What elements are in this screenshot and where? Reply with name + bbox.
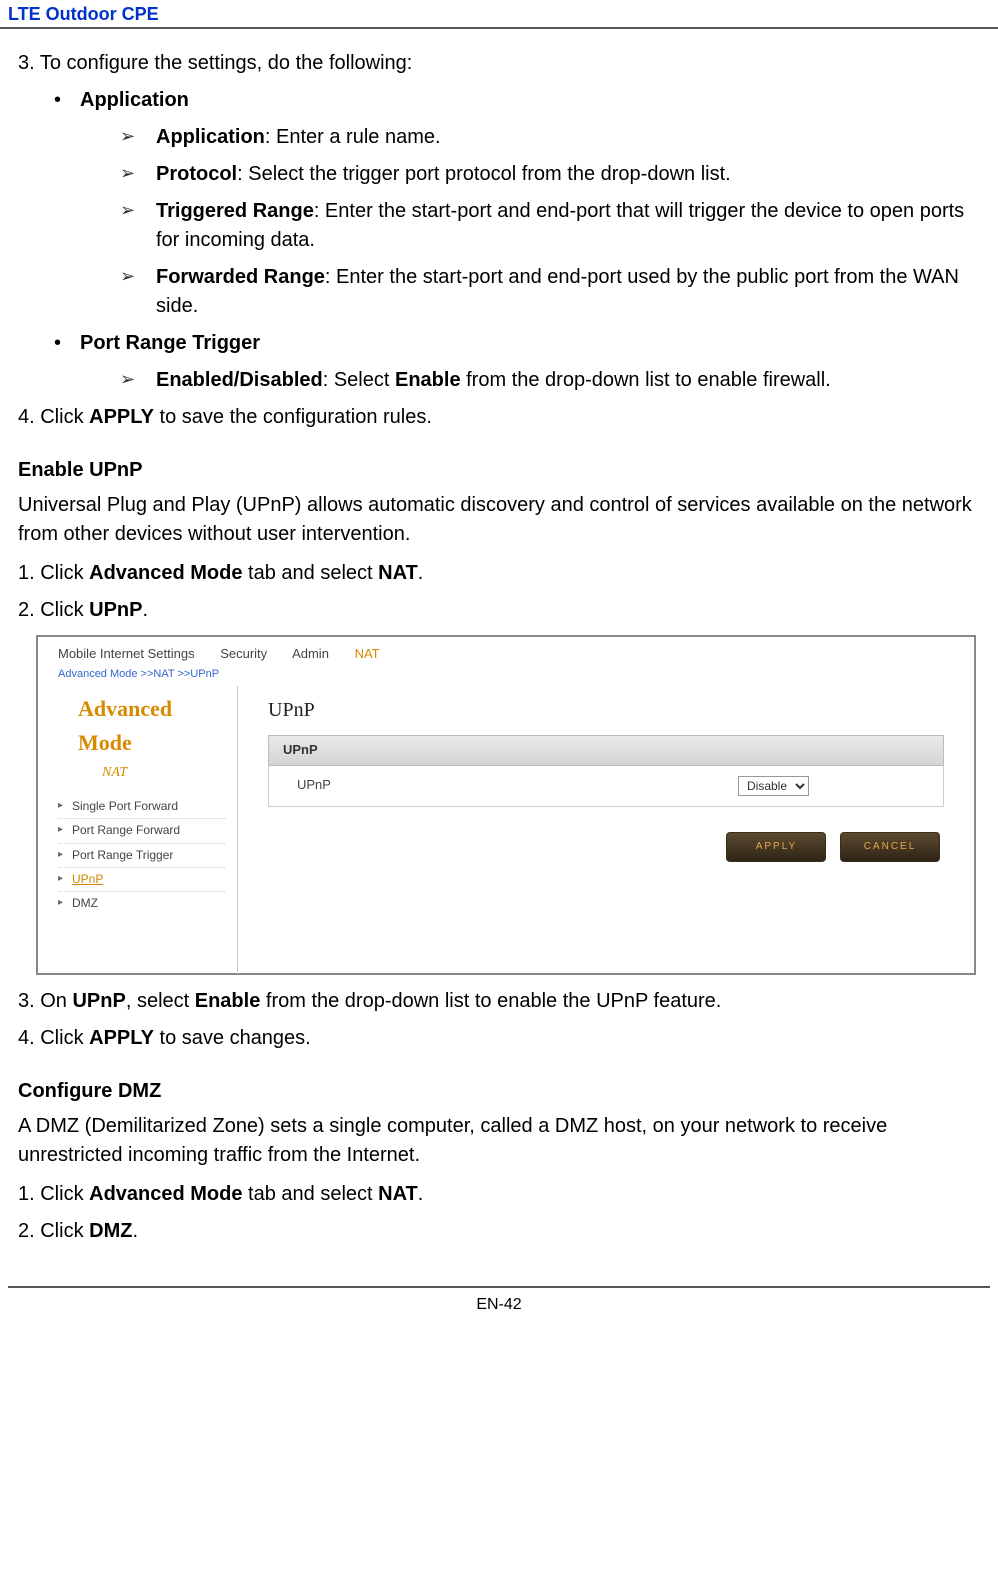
mode-title-1: Advanced xyxy=(58,692,225,726)
upnp-step1: 1. Click Advanced Mode tab and select NA… xyxy=(18,559,980,588)
item-enabled-disabled: Enabled/Disabled: Select Enable from the… xyxy=(120,366,980,395)
dmz-step2: 2. Click DMZ. xyxy=(18,1217,980,1246)
tab-security[interactable]: Security xyxy=(220,646,267,661)
u4-pre: 4. Click xyxy=(18,1027,89,1049)
sidebar-item-upnp[interactable]: UPnP xyxy=(58,867,225,891)
cancel-button[interactable]: CANCEL xyxy=(840,832,940,863)
u3-post: from the drop-down list to enable the UP… xyxy=(260,990,721,1012)
breadcrumb: Advanced Mode >>NAT >>UPnP xyxy=(38,666,974,686)
s4-bold: APPLY xyxy=(89,406,154,428)
desc-ed-pre: : Select xyxy=(323,369,395,391)
label-triggered-range: Triggered Range xyxy=(156,200,314,222)
item-triggered-range: Triggered Range: Enter the start-port an… xyxy=(120,197,980,255)
u3-mid: , select xyxy=(126,990,195,1012)
u2-pre: 2. Click xyxy=(18,599,89,621)
upnp-description: Universal Plug and Play (UPnP) allows au… xyxy=(18,491,980,549)
s4-post: to save the configuration rules. xyxy=(154,406,432,428)
tab-admin[interactable]: Admin xyxy=(292,646,329,661)
d1-b2: NAT xyxy=(378,1183,418,1205)
upnp-step2: 2. Click UPnP. xyxy=(18,596,980,625)
page-number: EN-42 xyxy=(0,1288,998,1332)
sidebar-item-dmz[interactable]: DMZ xyxy=(58,891,225,915)
desc-ed-post: from the drop-down list to enable firewa… xyxy=(461,369,831,391)
desc-application: : Enter a rule name. xyxy=(265,126,441,148)
panel-title: UPnP xyxy=(268,696,944,725)
d2-pre: 2. Click xyxy=(18,1220,89,1242)
desc-ed-bold: Enable xyxy=(395,369,461,391)
u2-post: . xyxy=(142,599,148,621)
item-protocol: Protocol: Select the trigger port protoc… xyxy=(120,160,980,189)
tab-mobile-internet[interactable]: Mobile Internet Settings xyxy=(58,646,195,661)
sidebar-item-single-port-forward[interactable]: Single Port Forward xyxy=(58,795,225,818)
u1-b2: NAT xyxy=(378,562,418,584)
sidebar-item-port-range-forward[interactable]: Port Range Forward xyxy=(58,818,225,842)
page-header: LTE Outdoor CPE xyxy=(0,0,998,29)
upnp-step4: 4. Click APPLY to save changes. xyxy=(18,1024,980,1053)
d1-post: . xyxy=(418,1183,424,1205)
u1-b1: Advanced Mode xyxy=(89,562,242,584)
label-protocol: Protocol xyxy=(156,163,237,185)
ss-body: Advanced Mode NAT Single Port Forward Po… xyxy=(38,686,974,974)
ss-topbar: Mobile Internet Settings Security Admin … xyxy=(38,637,974,666)
prt-header: Port Range Trigger xyxy=(80,332,260,354)
ss-sidebar: Advanced Mode NAT Single Port Forward Po… xyxy=(38,686,238,974)
label-enabled-disabled: Enabled/Disabled xyxy=(156,369,323,391)
item-forwarded-range: Forwarded Range: Enter the start-port an… xyxy=(120,263,980,321)
d2-bold: DMZ xyxy=(89,1220,132,1242)
item-application: Application: Enter a rule name. xyxy=(120,123,980,152)
sidebar-item-port-range-trigger[interactable]: Port Range Trigger xyxy=(58,843,225,867)
row-label-upnp: UPnP xyxy=(283,776,331,795)
step-3-config: 3. To configure the settings, do the fol… xyxy=(18,49,980,78)
d1-b1: Advanced Mode xyxy=(89,1183,242,1205)
upnp-select[interactable]: Disable xyxy=(738,776,809,796)
bullet-port-range-trigger: Port Range Trigger Enabled/Disabled: Sel… xyxy=(54,329,980,395)
application-header: Application xyxy=(80,89,189,111)
sublist-application: Application: Enter a rule name. Protocol… xyxy=(120,123,980,321)
u3-pre: 3. On xyxy=(18,990,72,1012)
upnp-step3: 3. On UPnP, select Enable from the drop-… xyxy=(18,987,980,1016)
u4-bold: APPLY xyxy=(89,1027,154,1049)
ss-main: UPnP UPnP UPnP Disable APPLY CANCEL xyxy=(238,686,974,974)
upnp-screenshot: Mobile Internet Settings Security Admin … xyxy=(36,635,976,975)
d1-pre: 1. Click xyxy=(18,1183,89,1205)
label-application: Application xyxy=(156,126,265,148)
bullet-list-application: Application Application: Enter a rule na… xyxy=(54,86,980,395)
u1-pre: 1. Click xyxy=(18,562,89,584)
dmz-description: A DMZ (Demilitarized Zone) sets a single… xyxy=(18,1112,980,1170)
sidebar-nat: NAT xyxy=(58,761,225,789)
apply-button[interactable]: APPLY xyxy=(726,832,826,863)
u3-b2: Enable xyxy=(195,990,261,1012)
u1-mid: tab and select xyxy=(242,562,378,584)
label-forwarded-range: Forwarded Range xyxy=(156,266,325,288)
d2-post: . xyxy=(132,1220,138,1242)
sidebar-menu: Single Port Forward Port Range Forward P… xyxy=(58,795,225,916)
s4-pre: 4. Click xyxy=(18,406,89,428)
u2-bold: UPnP xyxy=(89,599,142,621)
panel-head: UPnP xyxy=(268,735,944,766)
sublist-prt: Enabled/Disabled: Select Enable from the… xyxy=(120,366,980,395)
u1-post: . xyxy=(418,562,424,584)
mode-title-2: Mode xyxy=(58,726,225,760)
dmz-step1: 1. Click Advanced Mode tab and select NA… xyxy=(18,1180,980,1209)
tab-nat[interactable]: NAT xyxy=(355,646,380,661)
bullet-application: Application Application: Enter a rule na… xyxy=(54,86,980,321)
section-configure-dmz: Configure DMZ xyxy=(18,1077,980,1106)
page-content: 3. To configure the settings, do the fol… xyxy=(0,29,998,1246)
panel-row-upnp: UPnP Disable xyxy=(268,766,944,807)
u3-b1: UPnP xyxy=(72,990,125,1012)
section-enable-upnp: Enable UPnP xyxy=(18,456,980,485)
button-row: APPLY CANCEL xyxy=(268,829,944,863)
desc-protocol: : Select the trigger port protocol from … xyxy=(237,163,731,185)
d1-mid: tab and select xyxy=(242,1183,378,1205)
step-4-apply: 4. Click APPLY to save the configuration… xyxy=(18,403,980,432)
u4-post: to save changes. xyxy=(154,1027,311,1049)
